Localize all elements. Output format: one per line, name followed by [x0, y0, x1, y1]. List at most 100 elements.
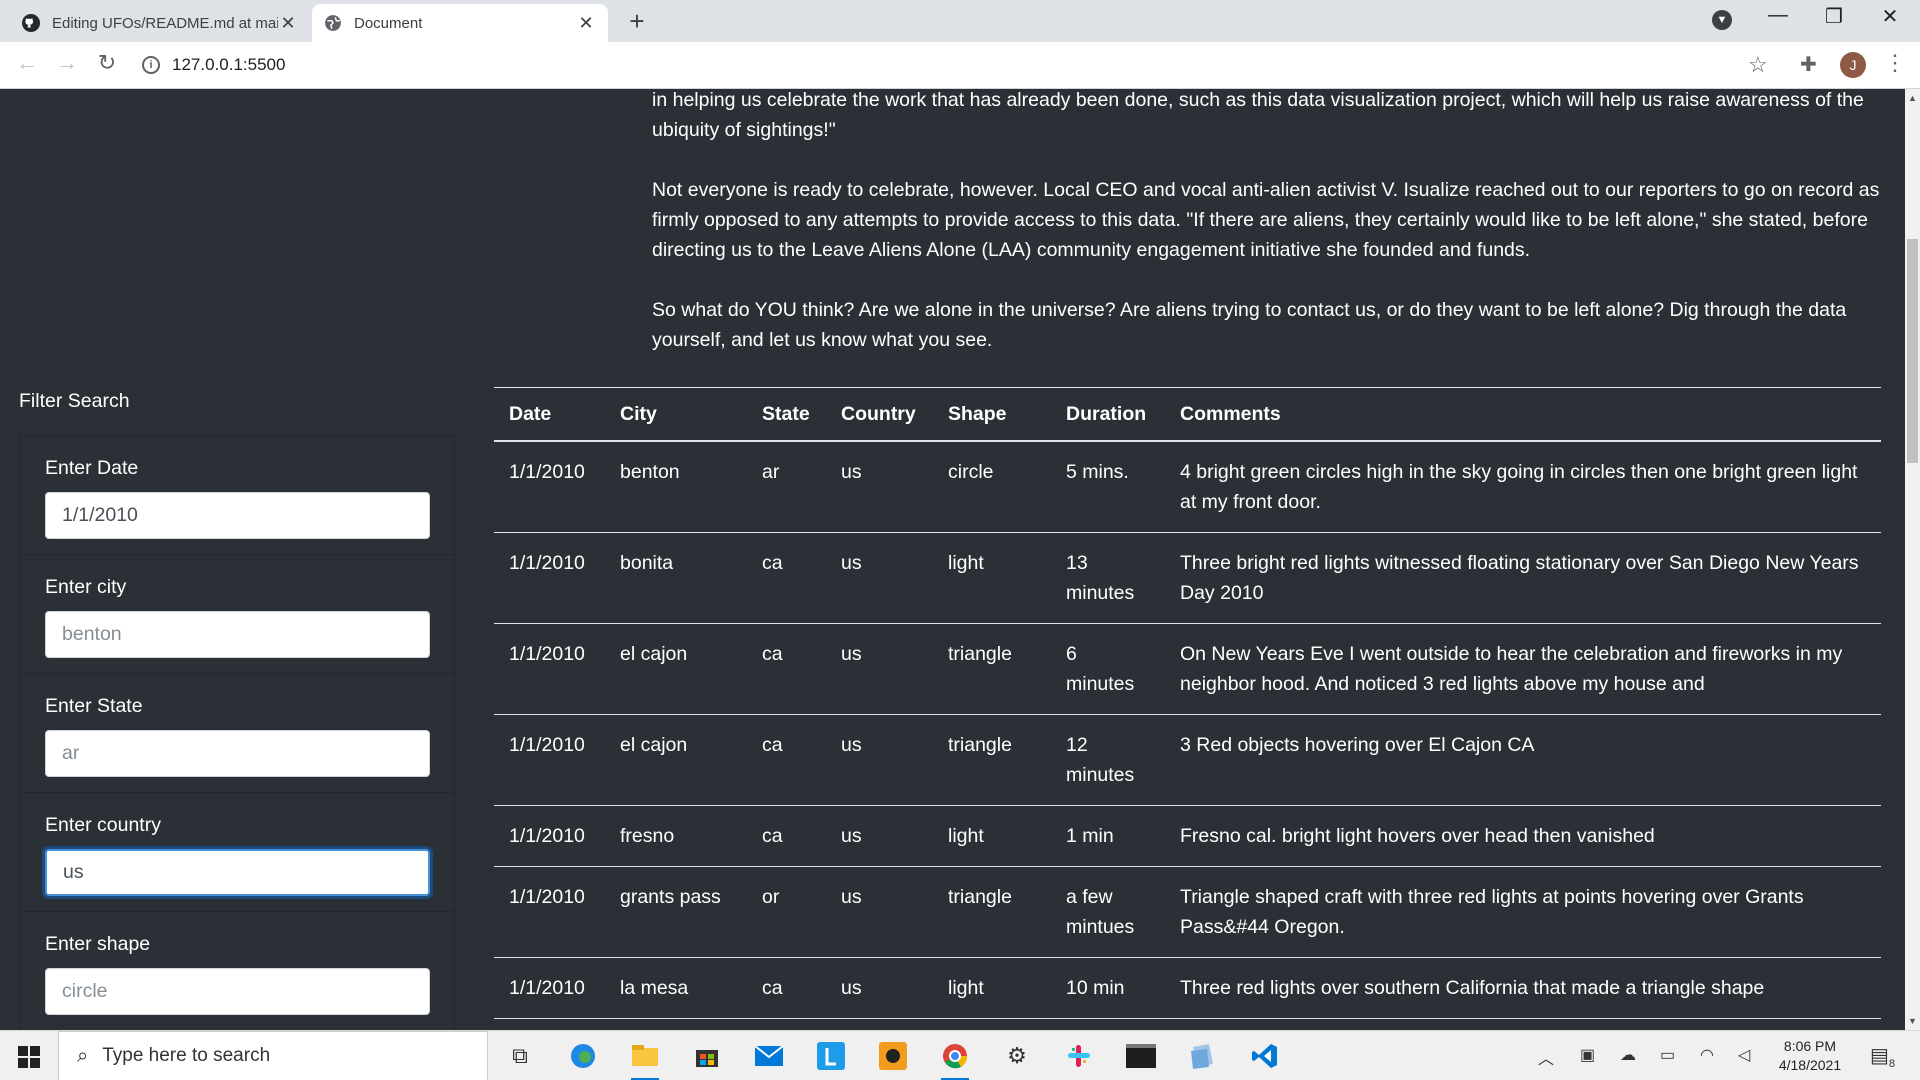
shape-input[interactable] [45, 968, 430, 1015]
table-row: 1/1/2010 el cajon ca us triangle 12 minu… [494, 714, 1881, 806]
new-tab-button[interactable]: + [620, 6, 654, 37]
close-icon[interactable]: ✕ [576, 13, 596, 34]
date-input[interactable] [45, 492, 430, 539]
tab-search-icon[interactable]: ▼ [1712, 10, 1732, 30]
battery-icon[interactable]: ▭ [1660, 1045, 1675, 1065]
cell-city: fresno [605, 805, 747, 867]
cell-city: bonita [605, 532, 747, 624]
tray-chevron-up-icon[interactable]: ︿ [1538, 1045, 1554, 1069]
files-icon[interactable] [1185, 1039, 1221, 1073]
cell-comments: Fresno cal. bright light hovers over hea… [1165, 805, 1881, 867]
mail-icon[interactable] [751, 1039, 787, 1073]
taskbar-search-box[interactable]: ⌕ Type here to search [58, 1031, 488, 1080]
article-paragraph: Not everyone is ready to celebrate, howe… [652, 179, 1880, 261]
cell-country: us [826, 805, 933, 867]
notification-center-icon[interactable]: ▤8 [1870, 1043, 1895, 1070]
table-row: 1/1/2010 la mesa ca us light 10 min Thre… [494, 957, 1881, 1019]
close-icon[interactable]: ✕ [278, 13, 298, 34]
column-header-city: City [605, 387, 747, 442]
scroll-down-arrow-icon[interactable]: ▼ [1908, 1016, 1917, 1026]
cell-date: 1/1/2010 [494, 714, 605, 806]
table-row: 1/1/2010 el cajon ca us triangle 6 minut… [494, 623, 1881, 715]
column-header-shape: Shape [933, 387, 1051, 442]
paint-app-icon[interactable] [875, 1039, 911, 1073]
cell-shape: triangle [933, 866, 1051, 958]
table-row: 1/1/2010 fresno ca us light 1 min Fresno… [494, 805, 1881, 867]
scrollbar-thumb[interactable] [1907, 239, 1918, 463]
cell-shape: light [933, 957, 1051, 1019]
tab-document[interactable]: Document ✕ [312, 4, 608, 42]
settings-gear-icon[interactable]: ⚙ [999, 1039, 1035, 1073]
forward-arrow-icon[interactable]: → [50, 50, 84, 76]
windows-start-icon[interactable] [18, 1046, 40, 1068]
onedrive-cloud-icon[interactable]: ☁ [1620, 1045, 1636, 1065]
cell-date: 1/1/2010 [494, 805, 605, 867]
filter-search-heading: Filter Search [19, 390, 130, 412]
wifi-icon[interactable]: ◠ [1700, 1045, 1714, 1065]
filter-country-group: Enter country [20, 793, 454, 912]
cell-city: el cajon [605, 714, 747, 806]
cell-comments: 3 Red objects hovering over El Cajon CA [1165, 714, 1881, 806]
search-icon: ⌕ [77, 1044, 89, 1067]
tab-editing-readme[interactable]: Editing UFOs/README.md at main ✕ [10, 4, 310, 42]
scroll-up-arrow-icon[interactable]: ▲ [1908, 93, 1917, 103]
city-input[interactable] [45, 611, 430, 658]
cell-duration: 6 minutes [1051, 623, 1165, 715]
volume-icon[interactable]: ◁ [1738, 1045, 1750, 1065]
cell-city: el cajon [605, 623, 747, 715]
cell-country: us [826, 957, 933, 1019]
address-bar[interactable]: i 127.0.0.1:5500 [142, 48, 1782, 82]
back-arrow-icon[interactable]: ← [10, 50, 44, 76]
site-info-icon[interactable]: i [142, 56, 160, 74]
column-header-duration: Duration [1051, 387, 1165, 442]
cell-city: benton [605, 441, 747, 533]
edge-browser-icon[interactable] [565, 1039, 601, 1073]
reload-icon[interactable]: ↻ [90, 50, 124, 76]
filter-shape-group: Enter shape [20, 912, 454, 1030]
bookmark-star-icon[interactable]: ☆ [1748, 52, 1768, 78]
column-header-comments: Comments [1165, 387, 1881, 442]
taskbar-search-placeholder[interactable]: Type here to search [102, 1045, 270, 1067]
file-explorer-icon[interactable] [627, 1039, 663, 1080]
table-row: 1/1/2010 grants pass or us triangle a fe… [494, 866, 1881, 958]
taskbar-clock[interactable]: 8:06 PM 4/18/2021 [1760, 1037, 1860, 1075]
cell-country: us [826, 532, 933, 624]
tray-device-icon[interactable]: ▣ [1580, 1045, 1595, 1065]
minimize-icon[interactable]: — [1750, 4, 1806, 27]
cell-state: ca [747, 805, 826, 867]
l-app-icon[interactable] [813, 1039, 849, 1073]
restore-icon[interactable]: ❐ [1806, 4, 1862, 29]
task-view-icon[interactable]: ⧉ [502, 1039, 538, 1073]
cell-shape: triangle [933, 714, 1051, 806]
terminal-icon[interactable] [1123, 1039, 1159, 1073]
article-paragraph: So what do YOU think? Are we alone in th… [652, 299, 1847, 351]
cell-comments: Three red lights over southern Californi… [1165, 957, 1881, 1019]
vscode-icon[interactable] [1247, 1039, 1283, 1073]
profile-avatar[interactable]: J [1840, 52, 1866, 78]
store-icon[interactable] [689, 1039, 725, 1073]
column-header-date: Date [494, 387, 605, 442]
cell-duration: 5 mins. [1051, 441, 1165, 533]
address-url[interactable]: 127.0.0.1:5500 [172, 55, 285, 75]
clock-date: 4/18/2021 [1778, 1057, 1842, 1073]
page-viewport: sightings. Citizen scientists can be esp… [0, 89, 1905, 1030]
browser-menu-icon[interactable]: ⋮ [1884, 50, 1906, 76]
country-input[interactable] [45, 849, 430, 896]
cell-comments: 4 bright green circles high in the sky g… [1165, 441, 1881, 533]
cell-country: us [826, 714, 933, 806]
cell-comments: Three bright red lights witnessed floati… [1165, 532, 1881, 624]
page-scrollbar[interactable]: ▲ ▼ [1905, 89, 1920, 1030]
cell-date: 1/1/2010 [494, 866, 605, 958]
cell-duration: 1 min [1051, 805, 1165, 867]
article-text: sightings. Citizen scientists can be esp… [652, 89, 1882, 385]
state-input[interactable] [45, 730, 430, 777]
table-row: 1/1/2010 benton ar us circle 5 mins. 4 b… [494, 441, 1881, 533]
slack-icon[interactable] [1061, 1039, 1097, 1073]
extensions-puzzle-icon[interactable]: ✚ [1800, 52, 1817, 77]
cell-country: us [826, 866, 933, 958]
chrome-icon[interactable] [937, 1039, 973, 1080]
article-paragraph: sightings. Citizen scientists can be esp… [652, 89, 1864, 141]
cell-shape: light [933, 532, 1051, 624]
cell-city: grants pass [605, 866, 747, 958]
window-close-icon[interactable]: ✕ [1862, 4, 1918, 29]
